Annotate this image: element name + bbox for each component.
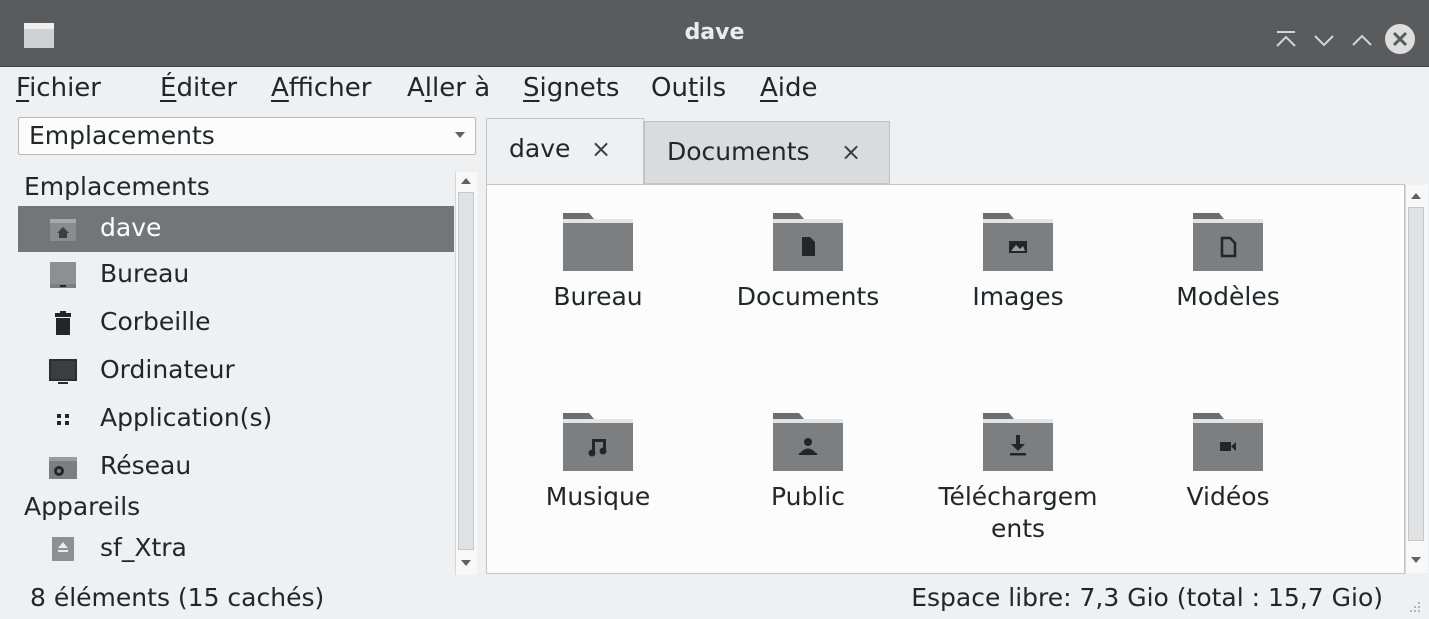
- place-label-bureau: Bureau: [100, 259, 190, 288]
- folder-downloads-icon: [983, 413, 1053, 471]
- scroll-down-icon[interactable]: [461, 560, 471, 566]
- free-space-status: Espace libre: 7,3 Gio (total : 15,7 Gio): [911, 583, 1383, 612]
- folder-videos-icon: [1193, 413, 1263, 471]
- maximize-icon[interactable]: [1348, 26, 1376, 54]
- file-label-bureau: Bureau: [553, 282, 643, 311]
- section-header-devices: Appareils: [24, 492, 141, 521]
- place-item-dave[interactable]: dave: [18, 206, 454, 252]
- tab-bar: dave × Documents ×: [486, 118, 1406, 184]
- place-label-applications: Application(s): [100, 403, 273, 432]
- menu-editer[interactable]: Éditer: [160, 72, 237, 104]
- chevron-down-icon: [455, 132, 465, 138]
- place-label-dave: dave: [100, 213, 162, 242]
- file-item-bureau[interactable]: Bureau: [503, 205, 693, 355]
- file-label-public: Public: [771, 482, 845, 511]
- place-label-reseau: Réseau: [100, 451, 192, 480]
- file-item-modeles[interactable]: Modèles: [1133, 205, 1323, 355]
- tab-label-documents: Documents: [667, 137, 810, 166]
- file-view-scrollbar[interactable]: [1405, 185, 1428, 573]
- window-title: dave: [684, 20, 745, 45]
- tab-close-icon[interactable]: ×: [841, 136, 861, 168]
- place-label-sf-xtra: sf_Xtra: [100, 533, 187, 562]
- computer-icon: [49, 359, 77, 384]
- places-scrollbar-thumb[interactable]: [458, 192, 474, 550]
- scroll-up-icon[interactable]: [461, 178, 471, 184]
- place-label-corbeille: Corbeille: [100, 307, 211, 336]
- keep-above-icon[interactable]: [1272, 26, 1300, 54]
- file-view[interactable]: Bureau Documents Images Modèles Musique …: [486, 184, 1405, 574]
- menu-signets[interactable]: Signets: [523, 72, 619, 104]
- place-label-ordinateur: Ordinateur: [100, 355, 235, 384]
- menu-aller-a[interactable]: Aller à: [407, 72, 490, 104]
- folder-documents-icon: [773, 213, 843, 271]
- place-item-ordinateur[interactable]: Ordinateur: [18, 348, 454, 394]
- resize-grip-icon[interactable]: [1407, 599, 1421, 613]
- file-item-public[interactable]: Public: [713, 405, 903, 555]
- network-folder-icon: [49, 457, 77, 479]
- applications-icon: [57, 414, 69, 425]
- menu-bar: Fichier Éditer Afficher Aller à Signets …: [0, 66, 1429, 112]
- tab-documents[interactable]: Documents ×: [644, 121, 890, 184]
- menu-aide[interactable]: Aide: [760, 72, 818, 104]
- status-bar: 8 éléments (15 cachés) Espace libre: 7,3…: [0, 576, 1429, 619]
- file-label-videos: Vidéos: [1186, 482, 1270, 511]
- side-pane-mode-select[interactable]: Emplacements: [18, 117, 476, 155]
- folder-public-icon: [773, 413, 843, 471]
- folder-images-icon: [983, 213, 1053, 271]
- file-label-modeles: Modèles: [1176, 282, 1280, 311]
- desktop-icon: [50, 262, 76, 288]
- drive-eject-icon: [52, 537, 74, 561]
- file-label-telechargements: Téléchargem ents: [938, 482, 1098, 543]
- tab-dave[interactable]: dave ×: [486, 118, 644, 184]
- file-item-images[interactable]: Images: [923, 205, 1113, 355]
- section-header-places: Emplacements: [24, 172, 210, 201]
- menu-outils[interactable]: Outils: [651, 72, 726, 104]
- scroll-down-icon[interactable]: [1411, 557, 1421, 563]
- folder-music-icon: [563, 413, 633, 471]
- folder-icon: [563, 213, 633, 271]
- file-label-musique: Musique: [545, 482, 651, 511]
- place-item-sf-xtra[interactable]: sf_Xtra: [18, 526, 454, 572]
- file-label-images: Images: [972, 282, 1064, 311]
- menu-fichier[interactable]: Fichier: [16, 72, 101, 104]
- tab-label-dave: dave: [509, 134, 571, 163]
- place-item-reseau[interactable]: Réseau: [18, 444, 454, 490]
- close-icon[interactable]: [1383, 22, 1417, 56]
- title-bar[interactable]: dave: [0, 0, 1429, 67]
- tab-close-icon[interactable]: ×: [591, 133, 611, 165]
- file-view-scrollbar-thumb[interactable]: [1408, 207, 1424, 541]
- item-count-status: 8 éléments (15 cachés): [30, 583, 325, 612]
- scroll-up-icon[interactable]: [1411, 193, 1421, 199]
- trash-icon: [55, 311, 71, 335]
- menu-afficher[interactable]: Afficher: [271, 72, 371, 104]
- file-item-musique[interactable]: Musique: [503, 405, 693, 555]
- minimize-icon[interactable]: [1310, 26, 1338, 54]
- file-label-documents: Documents: [736, 282, 880, 311]
- home-folder-icon: [50, 219, 76, 241]
- file-item-documents[interactable]: Documents: [713, 205, 903, 355]
- places-scrollbar[interactable]: [455, 172, 477, 575]
- file-item-videos[interactable]: Vidéos: [1133, 405, 1323, 555]
- place-item-corbeille[interactable]: Corbeille: [18, 300, 454, 346]
- places-list: Emplacements dave Bureau Corbeille Ordin…: [18, 170, 454, 570]
- file-item-telechargements[interactable]: Téléchargem ents: [923, 405, 1113, 555]
- folder-templates-icon: [1193, 213, 1263, 271]
- place-item-bureau[interactable]: Bureau: [18, 252, 454, 298]
- place-item-applications[interactable]: Application(s): [18, 396, 454, 442]
- side-pane-mode-value: Emplacements: [29, 121, 215, 150]
